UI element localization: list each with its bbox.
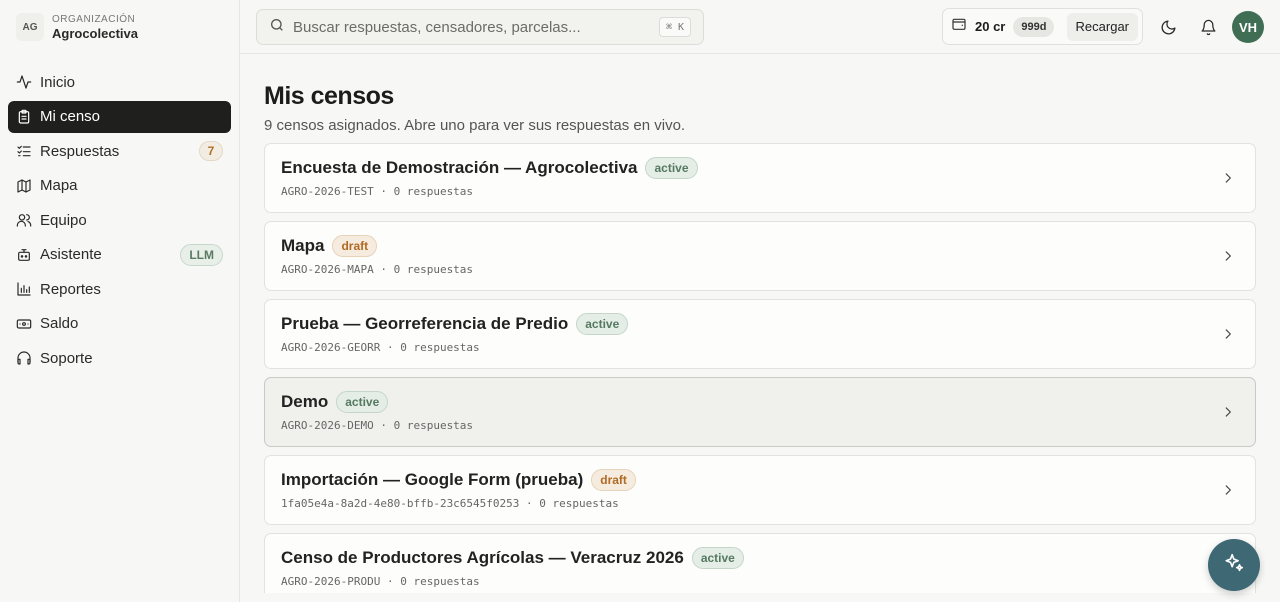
sidebar-item-label: Soporte (40, 349, 93, 367)
moon-icon[interactable] (1158, 17, 1178, 37)
censo-card-header: Encuesta de Demostración — Agrocolectiva… (281, 156, 1239, 180)
status-badge: active (691, 547, 744, 569)
status-badge: draft (332, 235, 378, 257)
censo-card[interactable]: Prueba — Georreferencia de Predio active… (264, 299, 1256, 369)
org-switcher[interactable]: AG ORGANIZACIÓN Agrocolectiva (0, 0, 239, 54)
topbar: ⌘ K 20 cr 999d Recargar VH (240, 0, 1280, 54)
censo-card-header: Prueba — Georreferencia de Predio active (281, 312, 1239, 336)
sidebar-item-label: Respuestas (40, 142, 120, 160)
sidebar-item-label: Asistente (40, 246, 102, 263)
censos-list: Encuesta de Demostración — Agrocolectiva… (264, 143, 1256, 593)
assistant-fab[interactable] (1208, 539, 1260, 591)
map-icon (16, 178, 32, 194)
org-text: ORGANIZACIÓN Agrocolectiva (52, 14, 138, 41)
censo-title: Censo de Productores Agrícolas — Veracru… (281, 548, 684, 567)
search-icon (269, 17, 285, 38)
llm-badge: LLM (180, 243, 223, 266)
sidebar-item-label: Mapa (40, 177, 78, 194)
sidebar-item-label: Equipo (40, 211, 87, 229)
recharge-button[interactable]: Recargar (1066, 12, 1138, 41)
banknote-icon (16, 316, 32, 332)
censo-card[interactable]: Censo de Productores Agrícolas — Veracru… (264, 533, 1256, 593)
chevron-right-icon (1221, 483, 1235, 497)
chevron-right-icon (1221, 171, 1235, 185)
sidebar-item-reportes[interactable]: Reportes (8, 273, 231, 305)
org-caption: ORGANIZACIÓN (52, 13, 136, 25)
censo-card-header: Importación — Google Form (prueba) draft (281, 468, 1239, 492)
censo-meta: AGRO-2026-PRODU · 0 respuestas (281, 575, 480, 588)
chevron-right-icon (1221, 405, 1235, 419)
sparkles-icon (1223, 552, 1245, 579)
censo-title: Encuesta de Demostración — Agrocolectiva (281, 158, 638, 177)
censo-title: Mapa (281, 236, 325, 255)
respuestas-count-badge: 7 (199, 141, 223, 161)
chevron-right-icon (1221, 327, 1235, 341)
users-icon (16, 212, 32, 228)
censo-card[interactable]: Demo active AGRO-2026-DEMO · 0 respuesta… (264, 377, 1256, 447)
chevron-right-icon (1221, 249, 1235, 263)
search-shortcut: ⌘ K (658, 17, 691, 37)
page-title: Mis censos (264, 82, 394, 110)
sidebar-item-soporte[interactable]: Soporte (8, 342, 231, 374)
page-subtitle: 9 censos asignados. Abre uno para ver su… (264, 117, 686, 134)
list-checks-icon (16, 143, 32, 159)
status-badge: active (576, 313, 629, 335)
censo-meta: 1fa05e4a-8a2d-4e80-bffb-23c6545f0253 · 0… (281, 497, 619, 510)
censo-card-header: Demo active (281, 390, 1239, 414)
sidebar-item-respuestas[interactable]: Respuestas 7 (8, 135, 231, 167)
sidebar-item-label: Mi censo (40, 108, 101, 125)
sidebar-item-mi-censo[interactable]: Mi censo (8, 100, 231, 133)
censo-card[interactable]: Mapa draft AGRO-2026-MAPA · 0 respuestas (264, 221, 1256, 291)
sidebar-nav: Inicio Mi censo Respuestas 7 Mapa Equipo… (8, 66, 231, 377)
censo-title: Importación — Google Form (prueba) (281, 470, 584, 489)
sidebar: AG ORGANIZACIÓN Agrocolectiva Inicio Mi … (0, 0, 240, 602)
censo-meta: AGRO-2026-GEORR · 0 respuestas (281, 341, 480, 354)
censo-card[interactable]: Encuesta de Demostración — Agrocolectiva… (264, 143, 1256, 213)
search-input[interactable] (293, 18, 659, 36)
censo-meta: AGRO-2026-MAPA · 0 respuestas (281, 263, 474, 276)
credits-widget: 20 cr 999d Recargar (942, 8, 1143, 45)
censo-title: Prueba — Georreferencia de Predio (281, 314, 569, 333)
main-content: Mis censos 9 censos asignados. Abre uno … (264, 54, 1256, 601)
org-logo: AG (16, 13, 44, 41)
sidebar-item-inicio[interactable]: Inicio (8, 66, 231, 98)
sidebar-item-saldo[interactable]: Saldo (8, 308, 231, 340)
censo-title: Demo (281, 392, 329, 411)
bot-icon (16, 247, 32, 263)
censo-meta: AGRO-2026-TEST · 0 respuestas (281, 185, 474, 198)
bell-icon[interactable] (1198, 17, 1218, 37)
status-badge: active (645, 157, 698, 179)
headphones-icon (16, 350, 32, 366)
sidebar-item-equipo[interactable]: Equipo (8, 204, 231, 236)
org-name: Agrocolectiva (52, 25, 138, 41)
credits-days-badge: 999d (1013, 16, 1055, 37)
censo-meta: AGRO-2026-DEMO · 0 respuestas (281, 419, 474, 432)
activity-icon (16, 74, 32, 90)
credits-amount: 20 cr (975, 19, 1006, 34)
sidebar-item-label: Saldo (40, 315, 79, 332)
avatar[interactable]: VH (1232, 11, 1264, 43)
status-badge: active (336, 391, 389, 413)
clipboard-icon (16, 109, 32, 125)
status-badge: draft (591, 469, 636, 491)
sidebar-item-label: Inicio (40, 73, 76, 91)
sidebar-item-label: Reportes (40, 280, 101, 298)
wallet-icon (951, 16, 967, 37)
sidebar-item-asistente[interactable]: Asistente LLM (8, 239, 231, 271)
sidebar-item-mapa[interactable]: Mapa (8, 170, 231, 202)
censo-card[interactable]: Importación — Google Form (prueba) draft… (264, 455, 1256, 525)
censo-card-header: Censo de Productores Agrícolas — Veracru… (281, 546, 1239, 570)
bar-chart-icon (16, 281, 32, 297)
search-box[interactable]: ⌘ K (256, 9, 704, 45)
censo-card-header: Mapa draft (281, 234, 1239, 258)
